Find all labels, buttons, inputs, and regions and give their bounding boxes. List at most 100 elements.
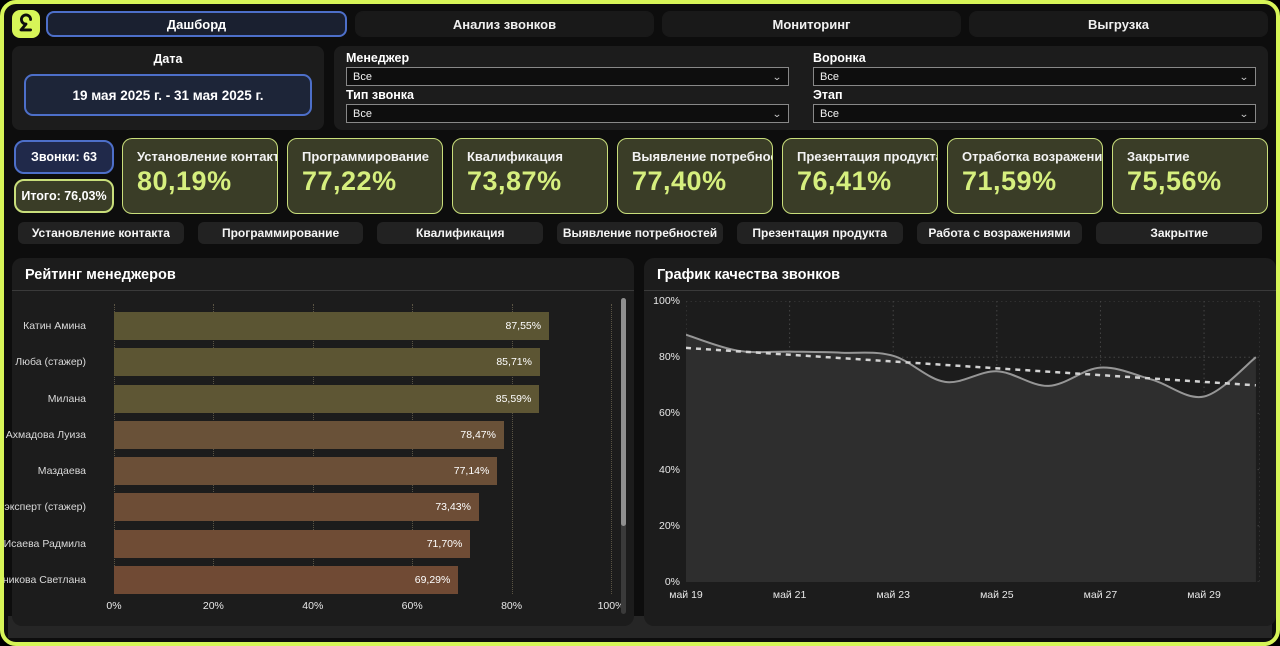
kpi-card[interactable]: Закрытие75,56% [1112, 138, 1268, 214]
bar-row: Катин Амина87,55% [114, 312, 611, 340]
bar-category-label: Маздаева [0, 465, 86, 477]
date-range-picker[interactable]: 19 мая 2025 г. - 31 мая 2025 г. [24, 74, 312, 116]
y-axis-tick: 60% [644, 407, 680, 419]
kpi-card[interactable]: Квалификация 73,87% [452, 138, 608, 214]
call-quality-title: График качества звонков [644, 258, 1276, 283]
kpi-card[interactable]: Выявление потребности77,40% [617, 138, 773, 214]
filter-dropdown[interactable]: Все⌄ [346, 67, 789, 86]
panel-divider [644, 290, 1276, 291]
calls-count-label: Звонки: 63 [31, 150, 97, 164]
kpi-card[interactable]: Установление контакта 80,19% [122, 138, 278, 214]
filter-cell: Тип звонкаВсе⌄ [346, 87, 789, 124]
x-axis-tick: май 29 [1187, 589, 1221, 601]
filter-dropdown[interactable]: Все⌄ [813, 67, 1256, 86]
bar-gridline [611, 304, 612, 594]
bar[interactable]: 85,59% [114, 385, 539, 413]
date-filter-panel: Дата 19 мая 2025 г. - 31 мая 2025 г. [12, 46, 324, 130]
kpi-card-value: 80,19% [137, 166, 265, 197]
filter-label: Тип звонка [346, 87, 789, 104]
bar-value-label: 78,47% [460, 421, 496, 449]
bar[interactable]: 87,55% [114, 312, 549, 340]
x-axis-tick: май 19 [669, 589, 703, 601]
stage-button[interactable]: Выявление потребностей [557, 222, 723, 244]
y-axis-tick: 100% [644, 295, 680, 307]
dropdown-value: Все [820, 108, 1239, 120]
bar-chart-x-axis: 0%20%40%60%80%100% [114, 600, 611, 614]
bar-x-tick: 0% [106, 600, 121, 612]
filter-cell: МенеджерВсе⌄ [346, 50, 789, 87]
bar-value-label: 73,43% [435, 493, 471, 521]
kpi-card-value: 76,41% [797, 166, 925, 197]
bar-row: Ахмадова Луиза78,47% [114, 421, 611, 449]
kpi-card[interactable]: Презентация продукта 76,41% [782, 138, 938, 214]
kpi-card[interactable]: Отработка возражений71,59% [947, 138, 1103, 214]
panel-divider [12, 290, 634, 291]
filter-label: Этап [813, 87, 1256, 104]
stage-button[interactable]: Установление контакта [18, 222, 184, 244]
filter-cell: ВоронкаВсе⌄ [813, 50, 1256, 87]
filters-panel: МенеджерВсе⌄ВоронкаВсе⌄Тип звонкаВсе⌄Эта… [334, 46, 1268, 130]
kpi-card-value: 73,87% [467, 166, 595, 197]
kpi-card[interactable]: Программирование77,22% [287, 138, 443, 214]
tab-2[interactable]: Анализ звонков [355, 11, 654, 37]
stage-button[interactable]: Квалификация [377, 222, 543, 244]
bar[interactable]: 78,47% [114, 421, 504, 449]
calls-count-badge[interactable]: Звонки: 63 [14, 140, 114, 174]
stage-button[interactable]: Закрытие [1096, 222, 1262, 244]
kpi-card-title: Программирование [302, 149, 430, 164]
bar-row: Маздаева77,14% [114, 457, 611, 485]
y-axis-tick: 40% [644, 464, 680, 476]
y-axis-tick: 80% [644, 351, 680, 363]
scrollbar-thumb[interactable] [621, 298, 626, 526]
bar[interactable]: 71,70% [114, 530, 470, 558]
chevron-down-icon: ⌄ [1239, 73, 1249, 81]
bar-chart-scrollbar[interactable] [621, 298, 626, 614]
x-axis-tick: май 25 [980, 589, 1014, 601]
kpi-card-title: Презентация продукта [797, 149, 925, 164]
bar-value-label: 85,59% [496, 385, 532, 413]
kpi-card-title: Квалификация [467, 149, 595, 164]
chevron-down-icon: ⌄ [1239, 110, 1249, 118]
dropdown-value: Все [353, 71, 772, 83]
date-filter-label: Дата [12, 52, 324, 66]
bar[interactable]: 69,29% [114, 566, 458, 594]
bar-value-label: 87,55% [505, 312, 541, 340]
bar-category-label: Калашникова Светлана [0, 574, 86, 586]
total-score-badge[interactable]: Итого: 76,03% [14, 179, 114, 213]
bar-category-label: Катин Амина [0, 320, 86, 332]
dropdown-value: Все [353, 108, 772, 120]
bar[interactable]: 73,43% [114, 493, 479, 521]
tab-4[interactable]: Выгрузка [969, 11, 1268, 37]
stage-button[interactable]: Программирование [198, 222, 364, 244]
bar-category-label: Юсиф эксперт (стажер) [0, 501, 86, 513]
tab-1[interactable]: Дашборд [46, 11, 347, 37]
bar[interactable]: 77,14% [114, 457, 497, 485]
bar[interactable]: 85,71% [114, 348, 540, 376]
kpi-card-title: Установление контакта [137, 149, 265, 164]
kpi-card-value: 75,56% [1127, 166, 1255, 197]
dropdown-value: Все [820, 71, 1239, 83]
x-axis-tick: май 21 [773, 589, 807, 601]
bar-row: Калашникова Светлана69,29% [114, 566, 611, 594]
stage-button[interactable]: Работа с возражениями [917, 222, 1083, 244]
chevron-down-icon: ⌄ [772, 73, 782, 81]
kpi-card-title: Выявление потребности [632, 149, 760, 164]
filter-label: Менеджер [346, 50, 789, 67]
filter-label: Воронка [813, 50, 1256, 67]
tab-3[interactable]: Мониторинг [662, 11, 961, 37]
manager-rating-bar-chart: Катин Амина87,55%Люба (стажер)85,71%Мила… [114, 304, 611, 594]
bar-row: Исаева Радмила71,70% [114, 530, 611, 558]
filter-dropdown[interactable]: Все⌄ [346, 104, 789, 123]
filter-dropdown[interactable]: Все⌄ [813, 104, 1256, 123]
bar-x-tick: 80% [501, 600, 522, 612]
bar-x-tick: 40% [302, 600, 323, 612]
bar-x-tick: 20% [203, 600, 224, 612]
quality-area-fill [686, 335, 1256, 582]
bar-x-tick: 60% [402, 600, 423, 612]
manager-rating-title: Рейтинг менеджеров [12, 258, 634, 283]
manager-rating-panel: Рейтинг менеджеров Катин Амина87,55%Люба… [12, 258, 634, 626]
stage-button[interactable]: Презентация продукта [737, 222, 903, 244]
date-range-value: 19 мая 2025 г. - 31 мая 2025 г. [72, 88, 263, 103]
x-axis-tick: май 23 [876, 589, 910, 601]
line-chart-svg [686, 301, 1260, 582]
